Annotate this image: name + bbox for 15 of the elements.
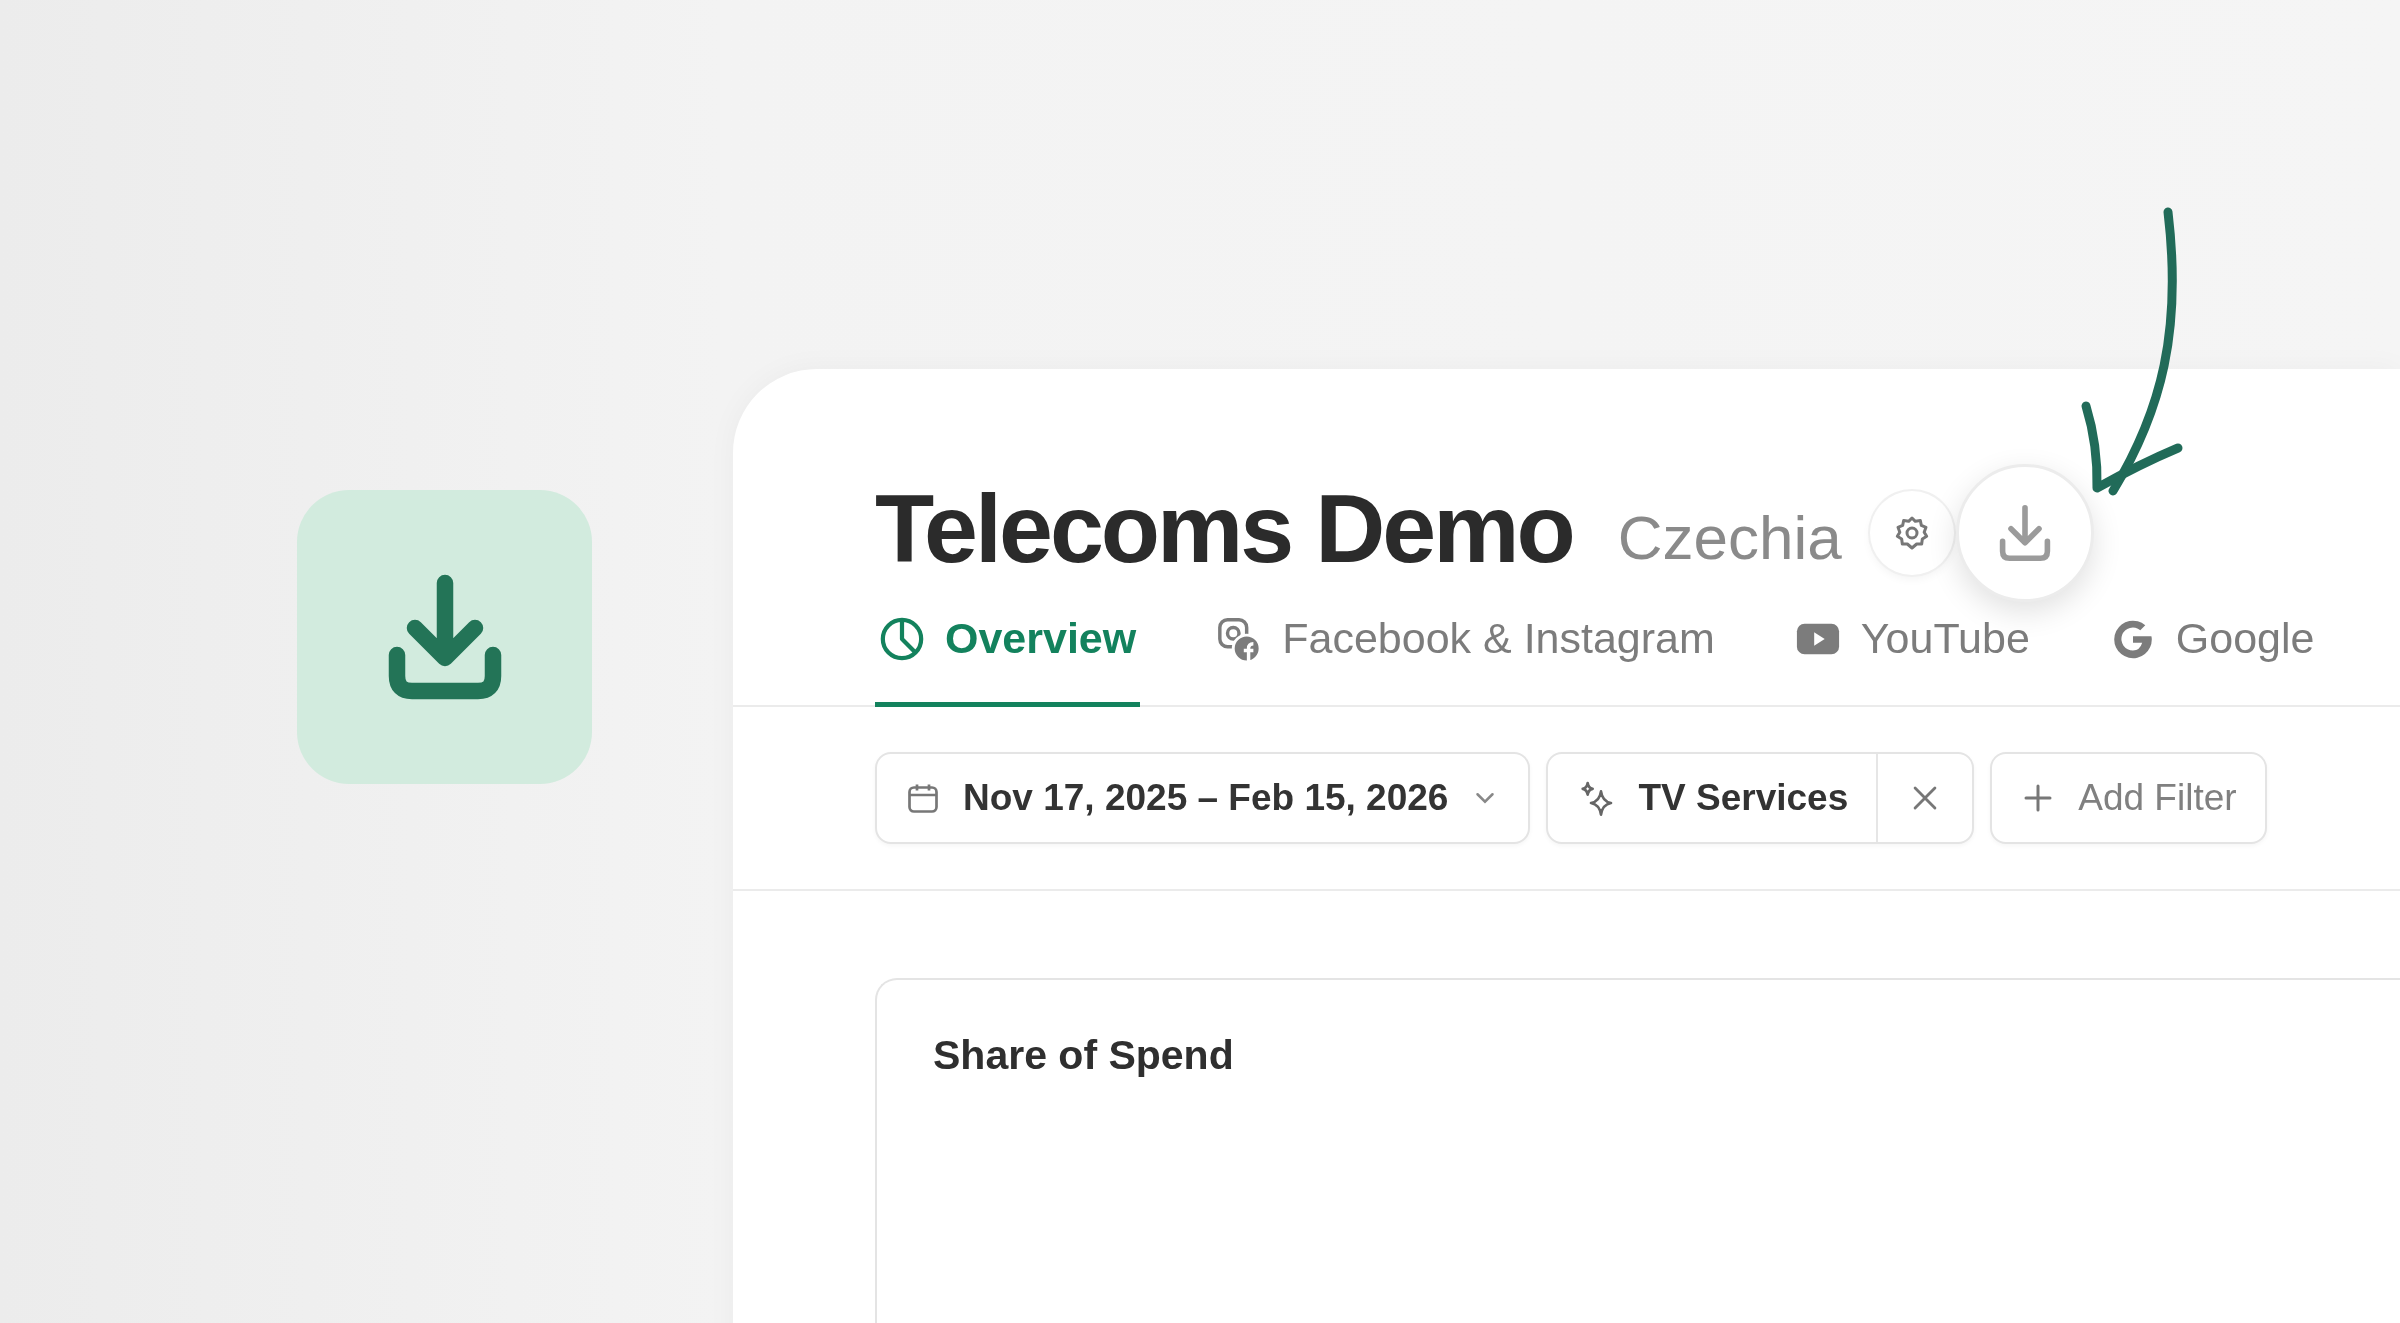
tab[interactable]: Facebook & Instagram xyxy=(1212,593,1719,707)
page-title: Telecoms Demo xyxy=(875,479,1573,577)
filter-chip[interactable]: TV Services xyxy=(1546,752,1975,844)
add-filter-label: Add Filter xyxy=(2078,777,2237,819)
card-title: Share of Spend xyxy=(933,1032,1234,1079)
add-filter-button[interactable]: Add Filter xyxy=(1990,752,2267,844)
pie-chart-icon xyxy=(879,615,925,662)
filter-label: TV Services xyxy=(1638,777,1849,819)
tab[interactable]: Overview xyxy=(875,593,1141,707)
tab[interactable]: Google xyxy=(2105,593,2319,707)
settings-button[interactable] xyxy=(1869,491,1954,575)
tab[interactable]: YouTube xyxy=(1790,593,2034,707)
date-range-picker[interactable]: Nov 17, 2025 – Feb 15, 2026 xyxy=(875,752,1531,844)
region-label: Czechia xyxy=(1617,507,1842,569)
date-range-text: Nov 17, 2025 – Feb 15, 2026 xyxy=(963,777,1449,819)
